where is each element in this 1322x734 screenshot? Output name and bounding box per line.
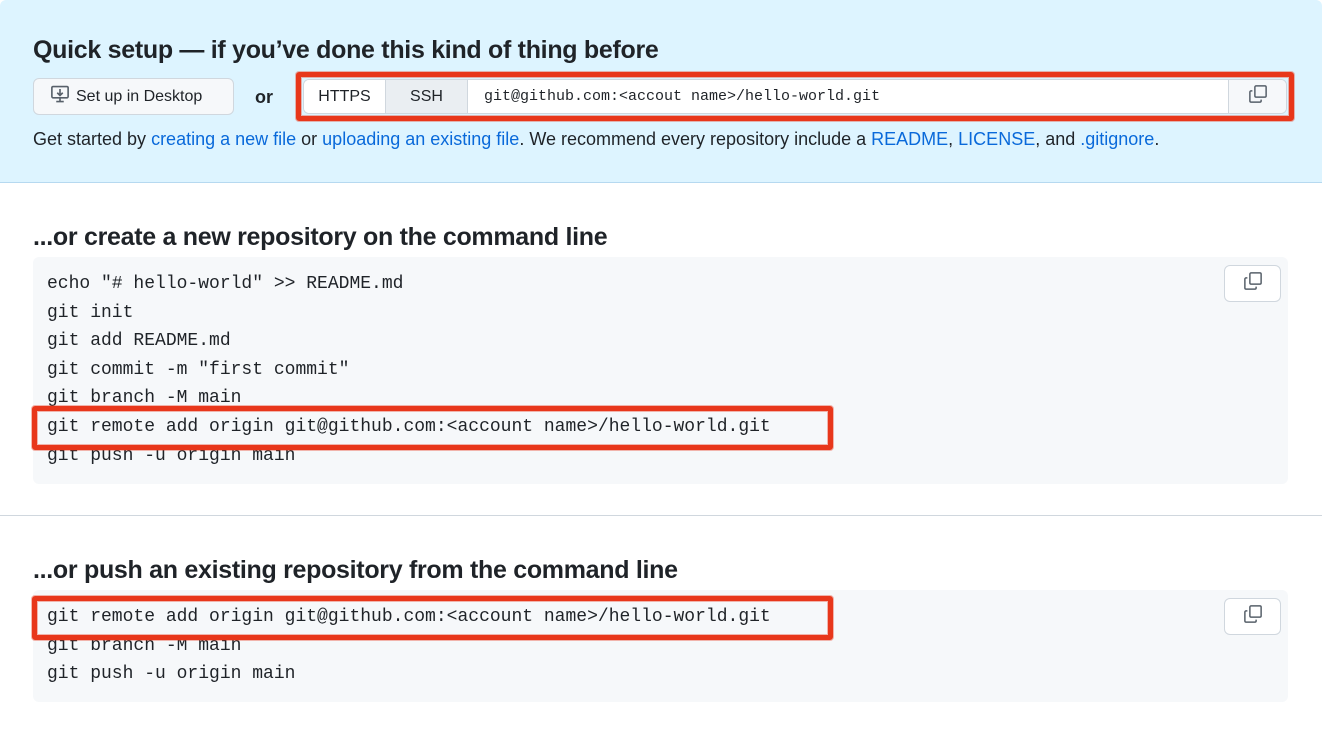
code-line: git remote add origin git@github.com:<ac… — [47, 607, 771, 627]
code-line: git commit -m "first commit" — [47, 360, 350, 380]
new-repo-copy-button[interactable] — [1224, 265, 1281, 302]
help-text-part: or — [296, 129, 323, 149]
clone-url-input[interactable] — [468, 80, 1228, 113]
code-line: echo "# hello-world" >> README.md — [47, 274, 404, 294]
clone-url-group: HTTPS SSH — [303, 79, 1287, 114]
help-text-part: , and — [1035, 129, 1081, 149]
quick-setup-panel: Quick setup — if you’ve done this kind o… — [0, 0, 1322, 183]
help-text-part: . — [1154, 129, 1160, 149]
code-line: git push -u origin main — [47, 446, 296, 466]
help-text-part: . We recommend every repository include … — [519, 129, 872, 149]
copy-icon — [1243, 271, 1263, 296]
section-divider — [0, 515, 1322, 516]
push-existing-title: ...or push an existing repository from t… — [33, 556, 678, 584]
code-line: git add README.md — [47, 331, 231, 351]
new-repo-title: ...or create a new repository on the com… — [33, 223, 608, 251]
code-line: git branch -M main — [47, 388, 242, 408]
new-repo-code-block: echo "# hello-world" >> README.md git in… — [33, 257, 1288, 484]
quick-setup-title: Quick setup — if you’ve done this kind o… — [33, 36, 659, 64]
push-existing-copy-button[interactable] — [1224, 598, 1281, 635]
https-tab[interactable]: HTTPS — [304, 80, 386, 113]
clone-url-copy-button[interactable] — [1228, 80, 1286, 113]
ssh-tab[interactable]: SSH — [386, 80, 468, 113]
help-text-part: , — [948, 129, 959, 149]
code-line: git init — [47, 303, 134, 323]
setup-in-desktop-button[interactable]: Set up in Desktop — [33, 78, 234, 115]
code-line: git remote add origin git@github.com:<ac… — [47, 417, 771, 437]
code-line: git push -u origin main — [47, 664, 296, 684]
help-text-part: Get started by — [33, 129, 152, 149]
push-existing-code-block: git remote add origin git@github.com:<ac… — [33, 590, 1288, 702]
readme-link[interactable]: README — [871, 129, 948, 149]
quick-setup-help-text: Get started by creating a new file or up… — [33, 129, 1159, 150]
code-line: git branch -M main — [47, 636, 242, 656]
creating-new-file-link[interactable]: creating a new file — [151, 129, 296, 149]
copy-icon — [1248, 84, 1268, 109]
desktop-download-icon — [50, 84, 70, 109]
copy-icon — [1243, 604, 1263, 629]
or-label: or — [255, 87, 273, 107]
uploading-existing-file-link[interactable]: uploading an existing file — [322, 129, 519, 149]
setup-in-desktop-label: Set up in Desktop — [76, 87, 203, 105]
license-link[interactable]: LICENSE — [958, 129, 1035, 149]
gitignore-link[interactable]: .gitignore — [1080, 129, 1154, 149]
